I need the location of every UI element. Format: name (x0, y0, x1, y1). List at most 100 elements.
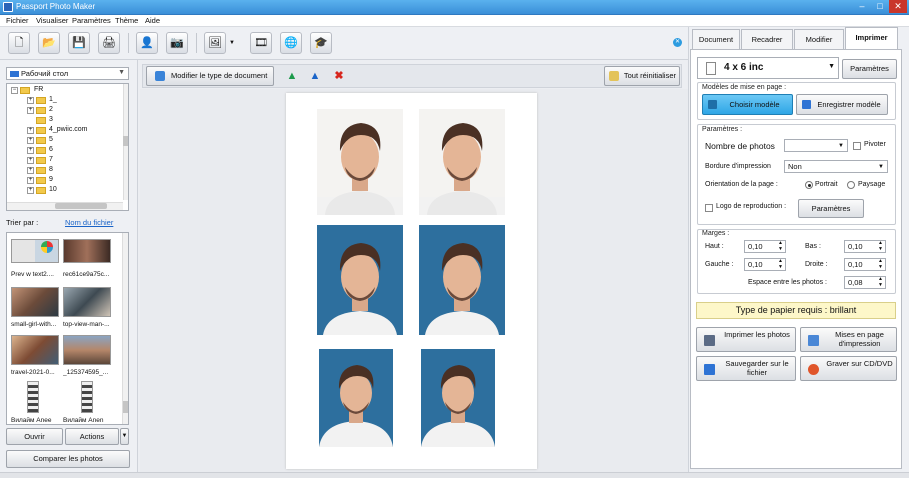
sort-by-link[interactable]: Nom du fichier (65, 218, 113, 227)
close-button[interactable]: ✕ (889, 0, 907, 13)
print-icon[interactable]: 🖨 (98, 32, 120, 54)
disc-icon (808, 364, 819, 375)
tab-recadrer[interactable]: Recadrer (741, 29, 793, 49)
list-item[interactable] (63, 335, 111, 365)
stepper-arrows-icon[interactable]: ▲ ▼ (878, 240, 883, 252)
tab-modifier[interactable]: Modifier (794, 29, 844, 49)
passport-photo[interactable] (317, 109, 403, 215)
burn-disc-button[interactable]: Graver sur CD/DVD (800, 356, 897, 381)
photo-spacing-label: Espace entre les photos : (748, 279, 827, 286)
list-item[interactable] (11, 335, 59, 365)
print-border-select[interactable]: Non ▼ (784, 160, 888, 173)
grid-icon (708, 100, 717, 109)
camera-icon[interactable]: 📷 (166, 32, 188, 54)
thumbnail-caption: Вилайм Anee (11, 417, 52, 424)
modify-document-label: Modifier le type de document (171, 71, 268, 80)
left-margin-stepper[interactable]: 0,10 ▲ ▼ (744, 258, 786, 271)
passport-photo[interactable] (317, 225, 403, 335)
film-reel-icon[interactable]: 🎞 (250, 32, 272, 54)
print-page[interactable] (286, 93, 537, 469)
open-folder-icon[interactable]: 📂 (38, 32, 60, 54)
maximize-button[interactable]: □ (871, 0, 889, 13)
list-item[interactable] (27, 381, 39, 413)
stepper-arrows-icon[interactable]: ▲ ▼ (878, 276, 883, 288)
orientation-label: Orientation de la page : (705, 181, 778, 188)
right-margin-label: Droite : (805, 261, 828, 268)
format-settings-button[interactable]: Paramètres (842, 59, 897, 79)
tab-imprimer[interactable]: Imprimer (845, 27, 898, 49)
folder-icon (36, 127, 46, 134)
reset-all-button[interactable]: Tout réinitialiser (604, 66, 680, 86)
menu-parametres[interactable]: Paramètres (72, 16, 111, 25)
thumbnails-scrollbar[interactable] (122, 233, 128, 424)
menu-aide[interactable]: Aide (145, 16, 160, 25)
new-document-icon[interactable]: 🗋 (8, 32, 30, 54)
passport-photo[interactable] (419, 109, 505, 215)
stepper-arrows-icon[interactable]: ▲ ▼ (878, 258, 883, 270)
app-icon (3, 2, 13, 12)
save-model-button[interactable]: Enregistrer modèle (796, 94, 888, 115)
folder-icon (36, 117, 46, 124)
bottom-margin-stepper[interactable]: 0,10 ▲ ▼ (844, 240, 886, 253)
choose-model-button[interactable]: Choisir modèle (702, 94, 793, 115)
photo-count-label: Nombre de photos (705, 141, 775, 151)
minimize-button[interactable]: – (853, 0, 871, 13)
mountain-up-icon[interactable]: ▲ (284, 68, 300, 84)
print-border-label: Bordure d'impression (705, 163, 771, 170)
thumbnails-scroll-thumb[interactable] (123, 401, 128, 413)
eraser-icon (609, 71, 619, 81)
open-button[interactable]: Ouvrir (6, 428, 63, 445)
thumbnail-list[interactable]: Prev w text2.... rec61ce9a75c... small-g… (6, 232, 129, 425)
list-item[interactable] (63, 239, 111, 263)
document-type-icon (155, 71, 165, 81)
actions-button[interactable]: Actions (65, 428, 119, 445)
folder-tree[interactable]: − FR +1_ +2 3 +4_pwiic.com +5 +6 +7 +8 +9… (6, 83, 129, 211)
stepper-arrows-icon[interactable]: ▲ ▼ (778, 258, 783, 270)
margins-title: Marges : (702, 230, 730, 237)
left-margin-value: 0,10 (748, 260, 763, 269)
right-margin-stepper[interactable]: 0,10 ▲ ▼ (844, 258, 886, 271)
portrait-radio[interactable] (805, 181, 813, 189)
image-editor-icon[interactable]: 🖼 (204, 32, 226, 54)
delete-icon[interactable]: ✖ (331, 68, 347, 84)
photo-spacing-stepper[interactable]: 0,08 ▲ ▼ (844, 276, 886, 289)
chevron-down-icon[interactable]: ▼ (229, 40, 235, 46)
globe-icon[interactable]: 🌐 (280, 32, 302, 54)
save-icon[interactable]: 💾 (68, 32, 90, 54)
tree-hscroll-thumb[interactable] (55, 203, 107, 209)
thumbnail-caption: top-view-man-... (63, 321, 110, 328)
menu-fichier[interactable]: Fichier (6, 16, 29, 25)
toolbar-divider (196, 33, 197, 53)
logo-settings-button[interactable]: Paramètres (798, 199, 864, 218)
modify-document-type-button[interactable]: Modifier le type de document (146, 66, 274, 86)
list-item[interactable] (11, 287, 59, 317)
tree-scroll-thumb[interactable] (123, 136, 128, 146)
paper-format-select[interactable]: 4 x 6 inc ▼ (697, 57, 839, 79)
logo-checkbox[interactable] (705, 204, 713, 212)
save-to-file-button[interactable]: Sauvegarder sur le fichier (696, 356, 796, 381)
thumbnail-caption: _125374595_... (63, 369, 109, 376)
menu-theme[interactable]: Thème (115, 16, 138, 25)
passport-photo[interactable] (319, 349, 393, 447)
landscape-radio[interactable] (847, 181, 855, 189)
passport-photo[interactable] (419, 225, 505, 335)
person-photo-icon[interactable]: 👤 (136, 32, 158, 54)
rotate-checkbox[interactable] (853, 142, 861, 150)
folder-select[interactable]: Рабочий стол ▼ (6, 67, 129, 80)
compare-photos-button[interactable]: Comparer les photos (6, 450, 130, 468)
passport-photo[interactable] (421, 349, 495, 447)
print-photos-button[interactable]: Imprimer les photos (696, 327, 796, 352)
stepper-arrows-icon[interactable]: ▲ ▼ (778, 240, 783, 252)
graduation-icon[interactable]: 🎓 (310, 32, 332, 54)
list-item[interactable] (63, 287, 111, 317)
menu-visualiser[interactable]: Visualiser (36, 16, 68, 25)
actions-dropdown-button[interactable]: ▼ (120, 428, 129, 445)
chevron-down-icon: ▼ (878, 164, 884, 170)
top-margin-stepper[interactable]: 0,10 ▲ ▼ (744, 240, 786, 253)
close-circle-icon[interactable]: ✕ (673, 38, 682, 47)
mountain-down-icon[interactable]: ▲ (307, 68, 323, 84)
photo-count-select[interactable]: ▼ (784, 139, 848, 152)
tab-document[interactable]: Document (692, 29, 740, 49)
list-item[interactable] (81, 381, 93, 413)
print-layouts-button[interactable]: Mises en page d'impression (800, 327, 897, 352)
